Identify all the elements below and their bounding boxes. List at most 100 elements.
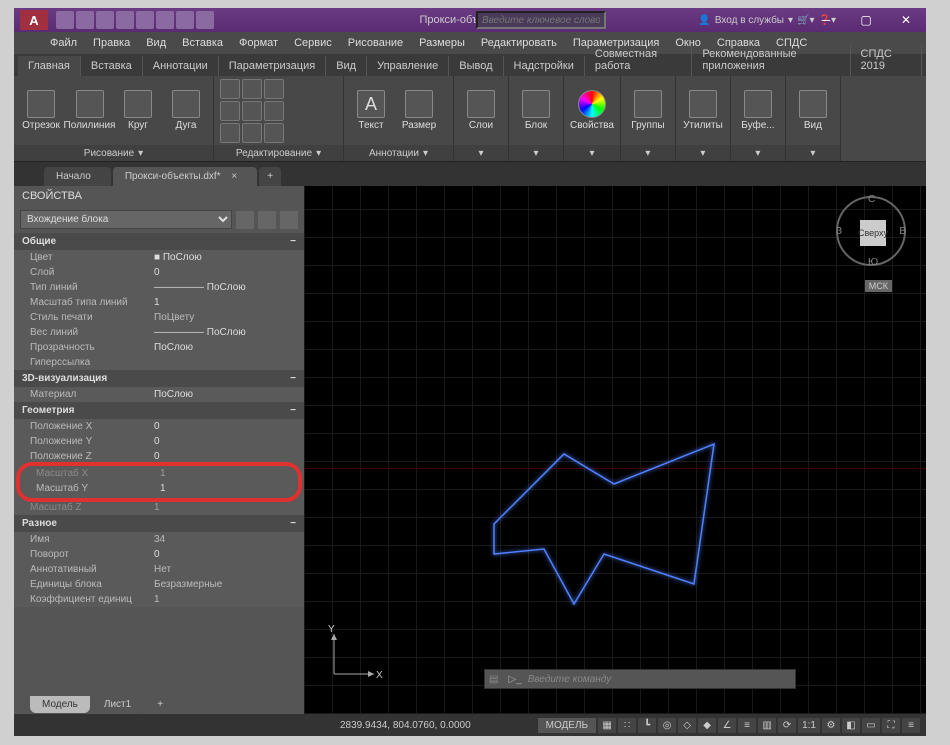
menu-format[interactable]: Формат bbox=[233, 34, 284, 52]
search-input[interactable] bbox=[476, 11, 606, 29]
ribbon-tab-view[interactable]: Вид bbox=[326, 56, 367, 76]
tool-trim[interactable] bbox=[264, 79, 284, 99]
panel-annotate-label[interactable]: Аннотации ▾ bbox=[344, 145, 453, 161]
tool-dim[interactable]: Размер bbox=[398, 90, 440, 131]
tool-utils[interactable]: Утилиты bbox=[682, 90, 724, 131]
section-general[interactable]: Общие− bbox=[14, 233, 304, 250]
status-lwt[interactable]: ≡ bbox=[738, 718, 756, 733]
ribbon-tab-home[interactable]: Главная bbox=[18, 56, 81, 76]
status-osnap[interactable]: ◇ bbox=[678, 718, 696, 733]
tab-add[interactable]: + bbox=[259, 167, 281, 186]
tool-layers[interactable]: Слои bbox=[460, 90, 502, 131]
props-toggle-icon[interactable] bbox=[236, 211, 254, 229]
qat-save[interactable] bbox=[96, 11, 114, 29]
viewcube-top[interactable]: Сверху bbox=[860, 220, 886, 246]
ribbon-tab-annotate[interactable]: Аннотации bbox=[143, 56, 219, 76]
drawing-canvas[interactable]: Сверху С Ю В З МСК X Y ▤ bbox=[304, 186, 926, 714]
status-3dosnap[interactable]: ◆ bbox=[698, 718, 716, 733]
section-3dviz[interactable]: 3D-визуализация− bbox=[14, 370, 304, 387]
ribbon-tab-addins[interactable]: Надстройки bbox=[504, 56, 585, 76]
qat-new[interactable] bbox=[56, 11, 74, 29]
ribbon-tab-collab[interactable]: Совместная работа bbox=[585, 44, 692, 76]
prop-scale-x[interactable]: 1 bbox=[160, 468, 298, 479]
app-logo[interactable]: A bbox=[20, 10, 48, 30]
tool-array[interactable] bbox=[264, 123, 284, 143]
qat-plot[interactable] bbox=[156, 11, 174, 29]
menu-draw[interactable]: Рисование bbox=[342, 34, 409, 52]
qat-undo[interactable] bbox=[176, 11, 194, 29]
tool-line[interactable]: Отрезок bbox=[20, 90, 62, 131]
prop-layer[interactable]: 0 bbox=[154, 267, 304, 278]
prop-color[interactable]: ■ ПоСлою bbox=[154, 252, 304, 263]
panel-draw-label[interactable]: Рисование ▾ bbox=[14, 145, 213, 161]
menu-insert[interactable]: Вставка bbox=[176, 34, 229, 52]
command-input[interactable]: Введите команду bbox=[528, 674, 612, 685]
command-menu-icon[interactable]: ▤ bbox=[485, 674, 502, 685]
selected-arrow-shape[interactable] bbox=[484, 434, 724, 634]
panel-edit-label[interactable]: Редактирование ▾ bbox=[214, 145, 343, 161]
ribbon-tab-manage[interactable]: Управление bbox=[367, 56, 449, 76]
props-filter-icon[interactable] bbox=[280, 211, 298, 229]
status-snap[interactable]: ∷ bbox=[618, 718, 636, 733]
section-geometry[interactable]: Геометрия− bbox=[14, 402, 304, 419]
status-polar[interactable]: ◎ bbox=[658, 718, 676, 733]
qat-cloud[interactable] bbox=[136, 11, 154, 29]
tool-mirror[interactable] bbox=[242, 101, 262, 121]
menu-view[interactable]: Вид bbox=[140, 34, 172, 52]
ribbon-tab-spds[interactable]: СПДС 2019 bbox=[851, 44, 922, 76]
status-clean[interactable]: ▭ bbox=[862, 718, 880, 733]
status-full[interactable]: ⛶ bbox=[882, 718, 900, 733]
prop-hyperlink[interactable] bbox=[154, 357, 304, 368]
maximize-button[interactable]: ▢ bbox=[846, 8, 886, 32]
qat-open[interactable] bbox=[76, 11, 94, 29]
prop-linetype[interactable]: ————— ПоСлою bbox=[154, 282, 304, 293]
prop-pos-y[interactable]: 0 bbox=[154, 436, 304, 447]
tool-move[interactable] bbox=[220, 79, 240, 99]
tool-scale[interactable] bbox=[242, 123, 262, 143]
prop-rotation[interactable]: 0 bbox=[154, 549, 304, 560]
menu-modify[interactable]: Редактировать bbox=[475, 34, 563, 52]
menu-tools[interactable]: Сервис bbox=[288, 34, 338, 52]
ribbon-tab-featured[interactable]: Рекомендованные приложения bbox=[692, 44, 850, 76]
section-misc[interactable]: Разное− bbox=[14, 515, 304, 532]
viewcube[interactable]: Сверху С Ю В З bbox=[836, 196, 906, 286]
tab-start[interactable]: Начало bbox=[44, 167, 111, 186]
tool-circle[interactable]: Круг bbox=[117, 90, 159, 131]
ribbon-tab-output[interactable]: Вывод bbox=[449, 56, 503, 76]
close-button[interactable]: ✕ bbox=[886, 8, 926, 32]
prop-transparency[interactable]: ПоСлою bbox=[154, 342, 304, 353]
tool-rotate[interactable] bbox=[242, 79, 262, 99]
status-model[interactable]: МОДЕЛЬ bbox=[538, 718, 596, 733]
status-custom[interactable]: ≡ bbox=[902, 718, 920, 733]
status-gear[interactable]: ⚙ bbox=[822, 718, 840, 733]
tool-arc[interactable]: Дуга bbox=[165, 90, 207, 131]
object-type-selector[interactable]: Вхождение блока bbox=[20, 210, 232, 229]
tool-copy[interactable] bbox=[220, 101, 240, 121]
props-quick-icon[interactable] bbox=[258, 211, 276, 229]
tab-file[interactable]: Прокси-объекты.dxf* × bbox=[113, 167, 257, 186]
status-ortho[interactable]: ┗ bbox=[638, 718, 656, 733]
qat-saveas[interactable] bbox=[116, 11, 134, 29]
minimize-button[interactable]: ─ bbox=[806, 8, 846, 32]
ribbon-tab-insert[interactable]: Вставка bbox=[81, 56, 143, 76]
status-cycle[interactable]: ⟳ bbox=[778, 718, 796, 733]
tool-text[interactable]: AТекст bbox=[350, 90, 392, 131]
prop-scale-z[interactable]: 1 bbox=[154, 502, 304, 513]
prop-material[interactable]: ПоСлою bbox=[154, 389, 304, 400]
qat-redo[interactable] bbox=[196, 11, 214, 29]
prop-pos-x[interactable]: 0 bbox=[154, 421, 304, 432]
layout-tab-model[interactable]: Модель bbox=[30, 696, 90, 713]
status-grid[interactable]: ▦ bbox=[598, 718, 616, 733]
command-line[interactable]: ▤ ▷_ Введите команду bbox=[484, 669, 796, 689]
prop-scale-y[interactable]: 1 bbox=[160, 483, 298, 494]
menu-dim[interactable]: Размеры bbox=[413, 34, 471, 52]
status-iso[interactable]: ◧ bbox=[842, 718, 860, 733]
status-otrack[interactable]: ∠ bbox=[718, 718, 736, 733]
prop-pos-z[interactable]: 0 bbox=[154, 451, 304, 462]
tab-close-icon[interactable]: × bbox=[231, 171, 237, 182]
tool-clipboard[interactable]: Буфе... bbox=[737, 90, 779, 131]
ribbon-tab-param[interactable]: Параметризация bbox=[219, 56, 326, 76]
wcs-badge[interactable]: МСК bbox=[865, 280, 892, 292]
tool-fillet[interactable] bbox=[264, 101, 284, 121]
layout-tab-add[interactable]: + bbox=[145, 696, 175, 713]
